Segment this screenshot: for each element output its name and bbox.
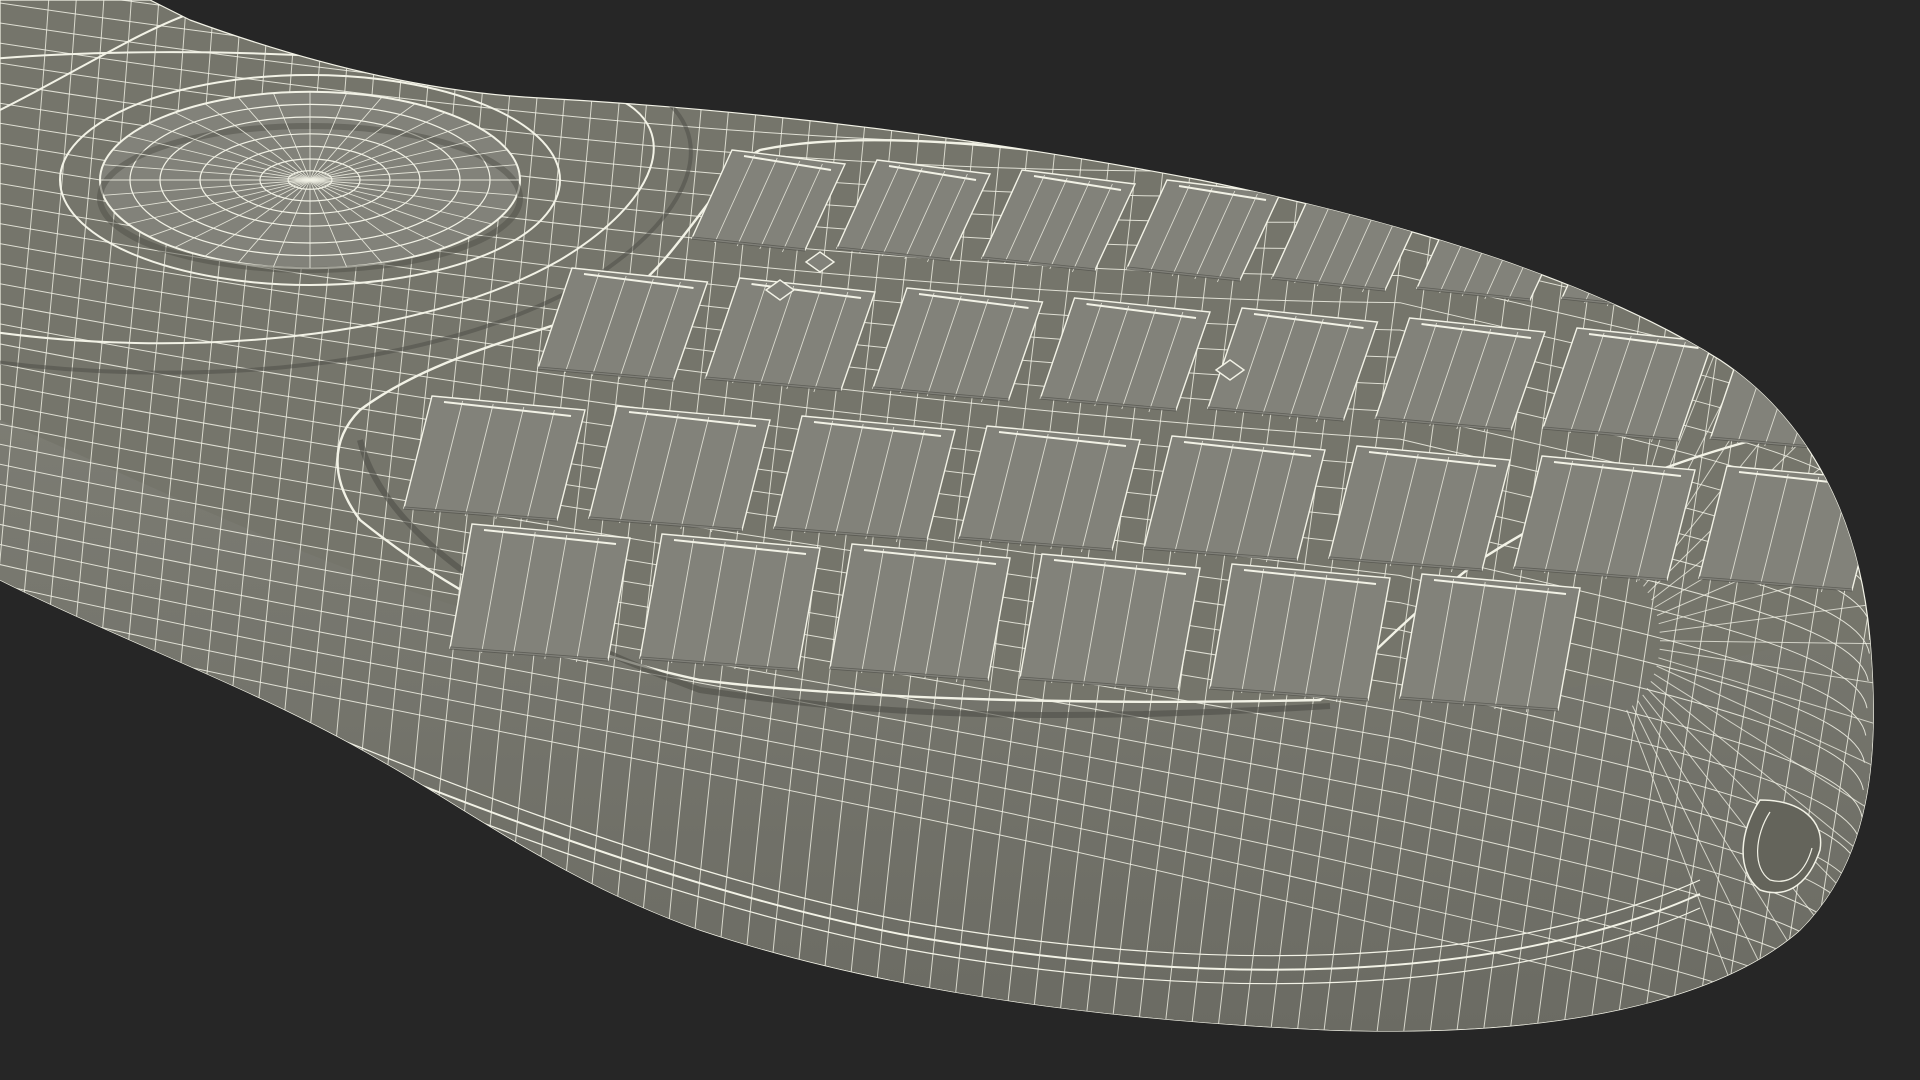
wireframe-model <box>0 0 1874 1032</box>
3d-viewport[interactable] <box>0 0 1920 1080</box>
